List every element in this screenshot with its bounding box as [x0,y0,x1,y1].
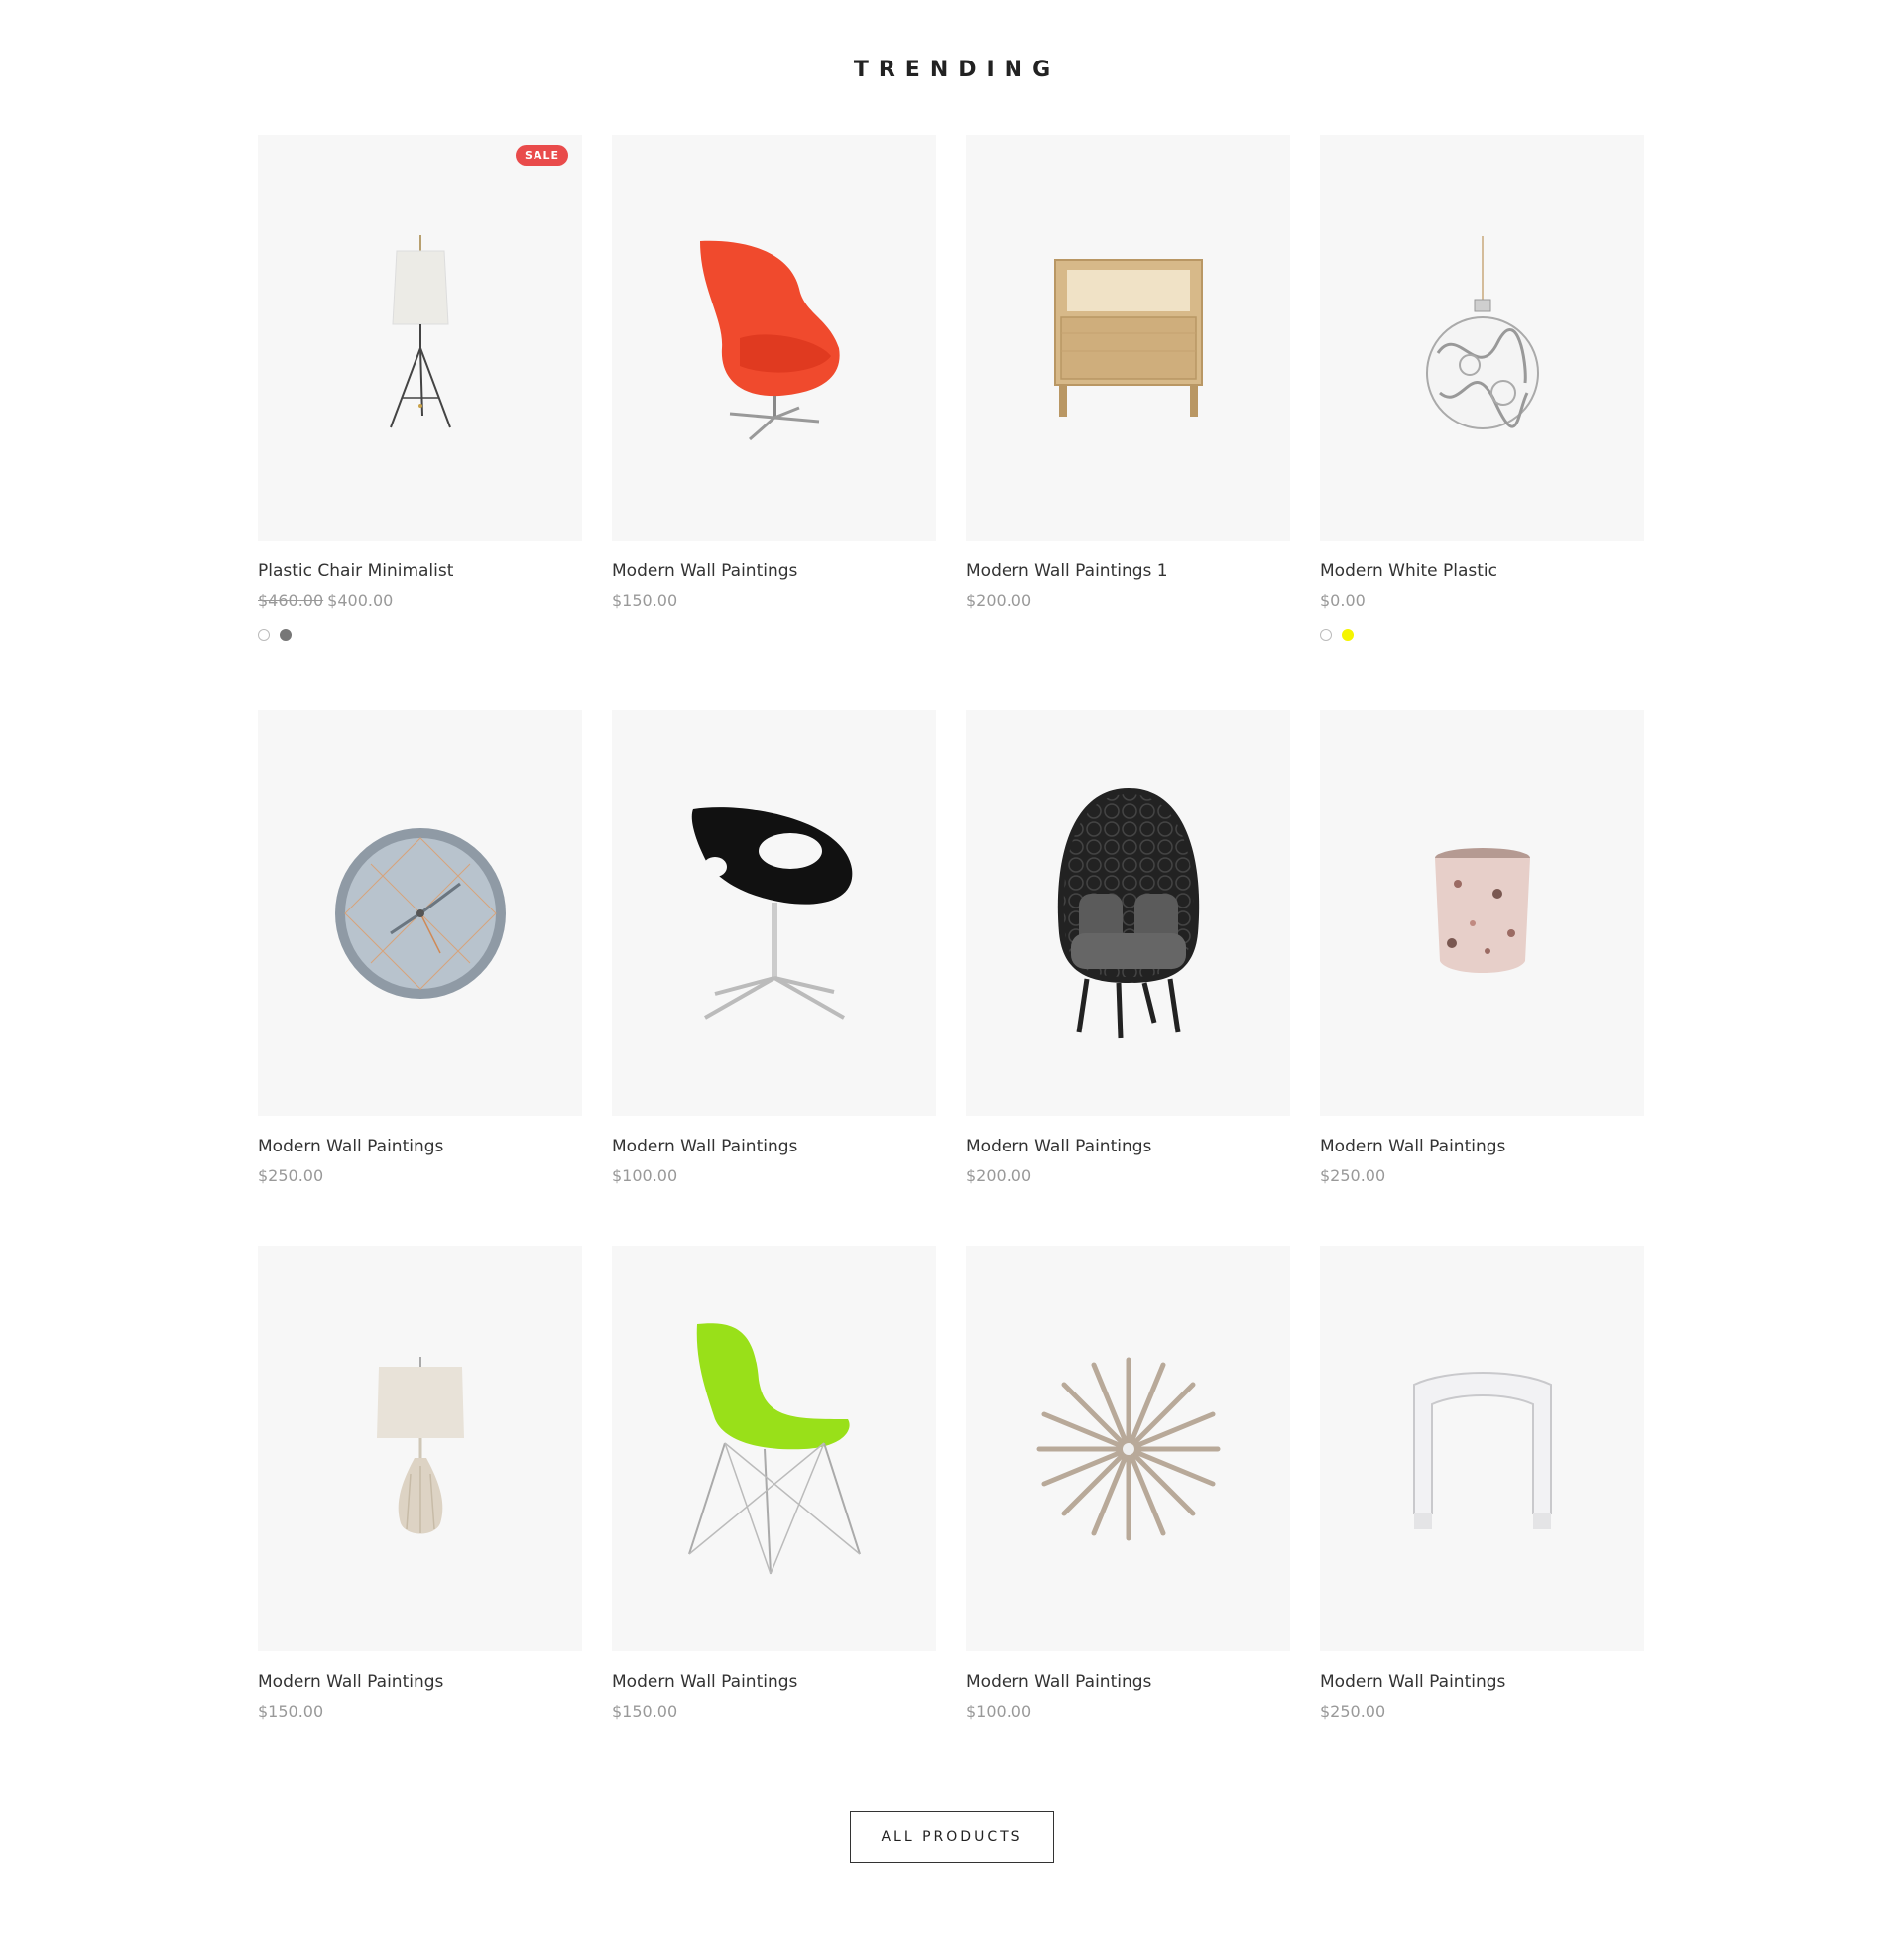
product-image[interactable] [966,1246,1290,1651]
product-title[interactable]: Modern Wall Paintings [1320,1671,1644,1693]
product-image[interactable] [966,135,1290,541]
red-egg-chair-icon [699,240,840,440]
ceramic-table-lamp-icon [376,1356,464,1533]
product-title[interactable]: Modern Wall Paintings [966,1136,1290,1157]
product-price: $150.00 [612,591,678,610]
current-price: $400.00 [327,591,394,610]
product-title[interactable]: Modern Wall Paintings [966,1671,1290,1693]
color-swatches [258,629,582,641]
product-card[interactable]: Modern Wall Paintings $250.00 [1320,710,1644,1246]
wall-clock-icon [334,827,506,999]
product-card[interactable]: Modern White Plastic $0.00 [1320,135,1644,710]
product-card[interactable]: Modern Wall Paintings $150.00 [258,1246,582,1722]
product-card[interactable]: Modern Wall Paintings $250.00 [258,710,582,1246]
black-swivel-chair-icon [691,806,852,1020]
product-title[interactable]: Plastic Chair Minimalist [258,560,582,582]
product-price: $0.00 [1320,591,1366,610]
product-image[interactable] [1320,710,1644,1116]
product-title[interactable]: Modern Wall Paintings [612,1671,936,1693]
green-eiffel-chair-icon [687,1322,861,1574]
product-image[interactable] [258,1246,582,1651]
product-price: $150.00 [258,1702,324,1721]
product-title[interactable]: Modern Wall Paintings [612,1136,936,1157]
swatch-grey[interactable] [280,629,292,641]
product-grid: SALE Plastic Chair Minimalist $460.00 $40… [258,135,1644,1722]
product-price: $250.00 [1320,1166,1386,1185]
tripod-table-lamp-icon [389,234,451,427]
product-image[interactable] [612,710,936,1116]
product-card[interactable]: Modern Wall Paintings $200.00 [966,710,1290,1246]
product-price: $200.00 [966,1166,1032,1185]
product-price: $460.00 $400.00 [258,591,582,611]
product-title[interactable]: Modern Wall Paintings [258,1136,582,1157]
terrazzo-candle-icon [1434,847,1530,973]
product-image[interactable] [612,1246,936,1651]
white-acrylic-stool-icon [1412,1371,1552,1529]
product-title[interactable]: Modern Wall Paintings [612,560,936,582]
product-price: $100.00 [966,1702,1032,1721]
product-card[interactable]: Modern Wall Paintings $150.00 [612,1246,936,1722]
old-price: $460.00 [258,591,324,610]
product-image[interactable] [612,135,936,541]
starburst-clock-icon [1036,1357,1220,1540]
color-swatches [1320,629,1644,641]
product-title[interactable]: Modern Wall Paintings [1320,1136,1644,1157]
sale-badge: SALE [516,145,568,166]
product-price: $150.00 [612,1702,678,1721]
swatch-white[interactable] [1320,629,1332,641]
product-price: $200.00 [966,591,1032,610]
wooden-nightstand-icon [1053,258,1203,417]
swatch-white[interactable] [258,629,270,641]
product-card[interactable]: Modern Wall Paintings $150.00 [612,135,936,710]
all-products-button[interactable]: ALL PRODUCTS [850,1811,1054,1863]
product-card[interactable]: Modern Wall Paintings 1 $200.00 [966,135,1290,710]
product-image[interactable]: SALE [258,135,582,541]
product-image[interactable] [258,710,582,1116]
button-wrapper: ALL PRODUCTS [0,1811,1904,1863]
swatch-yellow[interactable] [1342,629,1354,641]
product-image[interactable] [966,710,1290,1116]
product-title[interactable]: Modern Wall Paintings 1 [966,560,1290,582]
product-price: $250.00 [1320,1702,1386,1721]
product-price: $100.00 [612,1166,678,1185]
product-image[interactable] [1320,135,1644,541]
product-price: $250.00 [258,1166,324,1185]
product-title[interactable]: Modern Wall Paintings [258,1671,582,1693]
product-title[interactable]: Modern White Plastic [1320,560,1644,582]
product-image[interactable] [1320,1246,1644,1651]
product-card[interactable]: SALE Plastic Chair Minimalist $460.00 $40… [258,135,582,710]
section-title: TRENDING [853,58,1061,82]
product-card[interactable]: Modern Wall Paintings $100.00 [966,1246,1290,1722]
wicker-egg-chair-icon [1057,787,1199,1038]
product-card[interactable]: Modern Wall Paintings $100.00 [612,710,936,1246]
product-card[interactable]: Modern Wall Paintings $250.00 [1320,1246,1644,1722]
glass-ornament-icon [1425,235,1539,429]
